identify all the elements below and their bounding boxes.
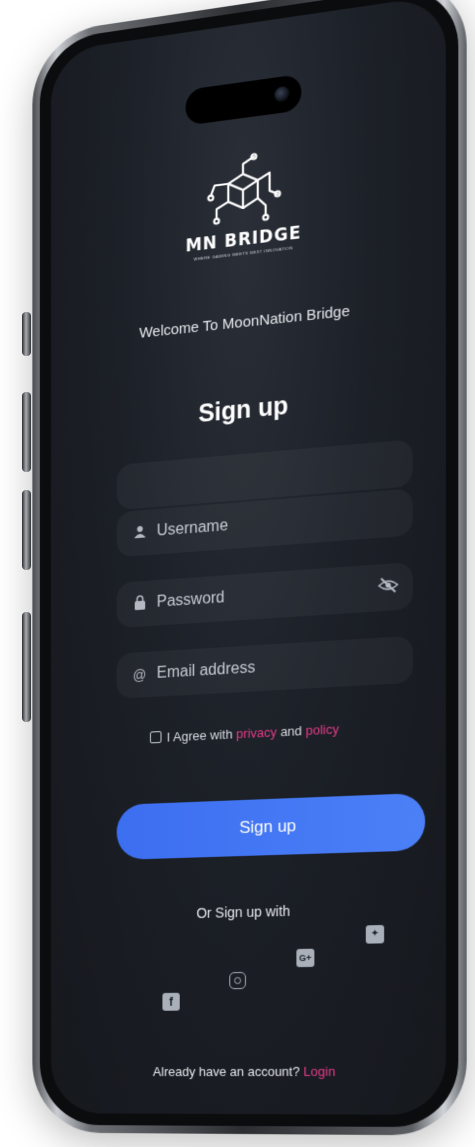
privacy-link[interactable]: privacy bbox=[236, 724, 277, 741]
welcome-text: Welcome To MoonNation Bridge bbox=[139, 302, 350, 342]
at-icon: @ bbox=[132, 666, 147, 684]
phone-bezel: MN BRIDGE WHERE GAMING MEETS NEXT INNOVA… bbox=[39, 0, 459, 1128]
signup-button[interactable]: Sign up bbox=[116, 792, 426, 860]
action-button bbox=[22, 312, 31, 356]
google-plus-icon[interactable]: G+ bbox=[296, 948, 315, 968]
password-field[interactable]: Password bbox=[116, 562, 413, 629]
agree-and: and bbox=[280, 723, 302, 740]
login-prompt: Already have an account? Login bbox=[51, 1063, 446, 1079]
facebook-icon[interactable]: f bbox=[162, 992, 180, 1011]
account-question: Already have an account? bbox=[152, 1063, 300, 1080]
camera-icon bbox=[274, 85, 290, 103]
eye-slash-icon[interactable] bbox=[378, 576, 398, 599]
agree-checkbox[interactable] bbox=[149, 731, 162, 744]
signup-screen: MN BRIDGE WHERE GAMING MEETS NEXT INNOVA… bbox=[51, 0, 446, 1115]
email-placeholder: Email address bbox=[156, 659, 256, 682]
username-placeholder: Username bbox=[156, 517, 229, 540]
agree-prefix: I Agree with bbox=[166, 726, 233, 745]
instagram-icon[interactable] bbox=[229, 971, 246, 990]
user-icon bbox=[130, 524, 149, 541]
email-field[interactable]: @ Email address bbox=[116, 635, 413, 699]
policy-link[interactable]: policy bbox=[306, 721, 339, 738]
phone-frame: MN BRIDGE WHERE GAMING MEETS NEXT INNOVA… bbox=[32, 0, 467, 1136]
device-mockup: MN BRIDGE WHERE GAMING MEETS NEXT INNOVA… bbox=[0, 0, 475, 1147]
side-button bbox=[22, 612, 31, 722]
page-title: Sign up bbox=[198, 391, 289, 429]
password-placeholder: Password bbox=[156, 589, 225, 611]
dynamic-island bbox=[185, 73, 302, 126]
social-buttons: f G+ ✦ bbox=[51, 0, 446, 1011]
phone-screen: MN BRIDGE WHERE GAMING MEETS NEXT INNOVA… bbox=[50, 0, 446, 1115]
terms-agreement: I Agree with privacy and policy bbox=[51, 716, 446, 750]
volume-down-button bbox=[22, 490, 31, 570]
login-link[interactable]: Login bbox=[303, 1064, 335, 1079]
volume-up-button bbox=[22, 392, 31, 472]
bridge-logo-icon bbox=[201, 152, 285, 226]
twitter-icon[interactable]: ✦ bbox=[365, 924, 385, 944]
social-heading: Or Sign up with bbox=[196, 902, 291, 922]
lock-icon bbox=[130, 594, 149, 613]
brand-logo: MN BRIDGE WHERE GAMING MEETS NEXT INNOVA… bbox=[180, 144, 308, 264]
